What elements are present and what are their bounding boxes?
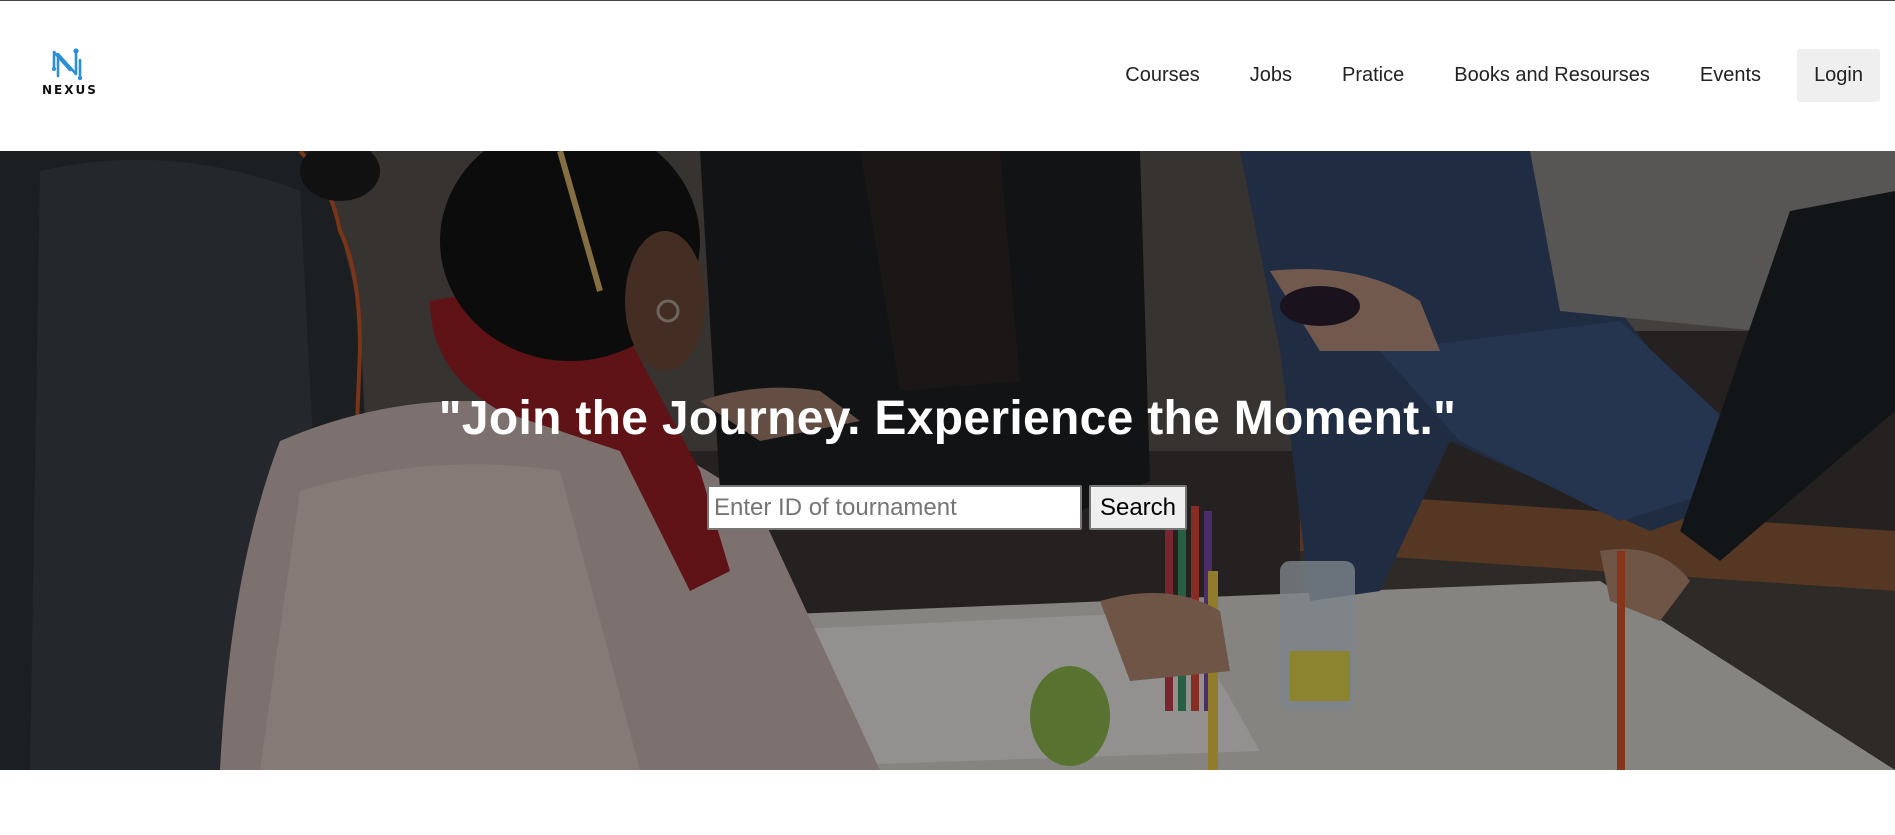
- hero-banner: "Join the Journey. Experience the Moment…: [0, 151, 1895, 770]
- nav-item-books-and-resources[interactable]: Books and Resourses: [1429, 49, 1675, 102]
- search-button[interactable]: Search: [1089, 485, 1187, 530]
- tournament-id-search-input[interactable]: [707, 485, 1082, 530]
- nav-item-courses[interactable]: Courses: [1100, 49, 1224, 102]
- brand-logo[interactable]: NEXUS: [42, 46, 98, 102]
- nav-item-practice[interactable]: Pratice: [1317, 49, 1429, 102]
- login-button[interactable]: Login: [1797, 49, 1880, 102]
- navbar: NEXUS Courses Jobs Pratice Books and Res…: [0, 1, 1895, 151]
- main-nav: Courses Jobs Pratice Books and Resourses…: [1100, 49, 1880, 102]
- nexus-logo-icon: [52, 48, 83, 81]
- nav-item-events[interactable]: Events: [1675, 49, 1786, 102]
- hero-dark-overlay: [0, 151, 1895, 770]
- hero-title: "Join the Journey. Experience the Moment…: [438, 392, 1457, 445]
- nav-item-jobs[interactable]: Jobs: [1225, 49, 1317, 102]
- brand-logo-text: NEXUS: [42, 83, 98, 97]
